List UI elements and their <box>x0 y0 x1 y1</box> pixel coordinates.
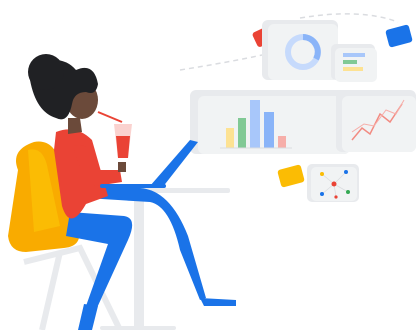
bar-legend-card <box>331 44 377 82</box>
blue-square-icon <box>385 24 413 48</box>
bar-chart-card <box>190 90 350 154</box>
illustration-canvas <box>8 13 416 330</box>
yellow-square-icon <box>277 164 305 188</box>
drink-cup-icon <box>97 111 132 158</box>
donut-chart-card <box>262 20 338 80</box>
line-chart-card <box>336 90 416 152</box>
illustration <box>0 0 418 330</box>
network-card <box>307 164 359 202</box>
shoe-icon <box>200 298 236 306</box>
